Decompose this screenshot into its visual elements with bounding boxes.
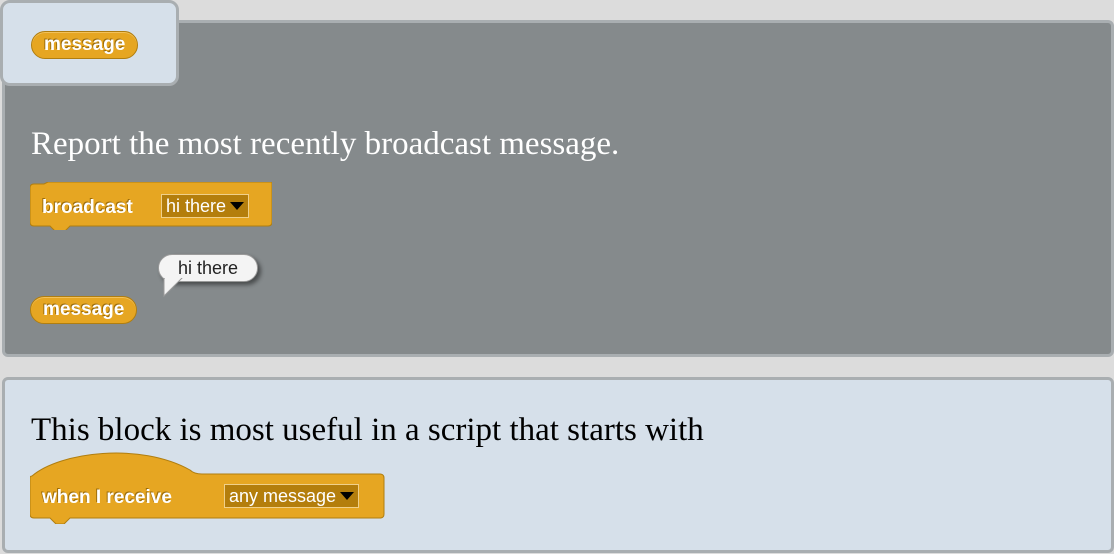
- broadcast-label: broadcast: [42, 197, 133, 218]
- broadcast-message-dropdown[interactable]: hi there: [161, 194, 250, 218]
- when-i-receive-label: when I receive: [42, 487, 172, 508]
- broadcast-dropdown-value: hi there: [166, 196, 227, 216]
- broadcast-block[interactable]: broadcast hi there: [30, 182, 272, 230]
- receive-dropdown-value: any message: [229, 486, 337, 506]
- receive-message-dropdown[interactable]: any message: [224, 484, 360, 508]
- tab-message-reporter-block[interactable]: message: [31, 31, 139, 59]
- when-i-receive-hat-block[interactable]: when I receive any message: [30, 448, 386, 524]
- block-tab[interactable]: message: [0, 0, 179, 86]
- message-reporter-block[interactable]: message: [30, 296, 138, 324]
- speech-bubble-tail: [163, 278, 183, 298]
- chevron-down-icon: [230, 202, 245, 210]
- usage-text: This block is most useful in a script th…: [31, 412, 704, 448]
- chevron-down-icon: [340, 492, 355, 500]
- help-description: Report the most recently broadcast messa…: [31, 126, 620, 162]
